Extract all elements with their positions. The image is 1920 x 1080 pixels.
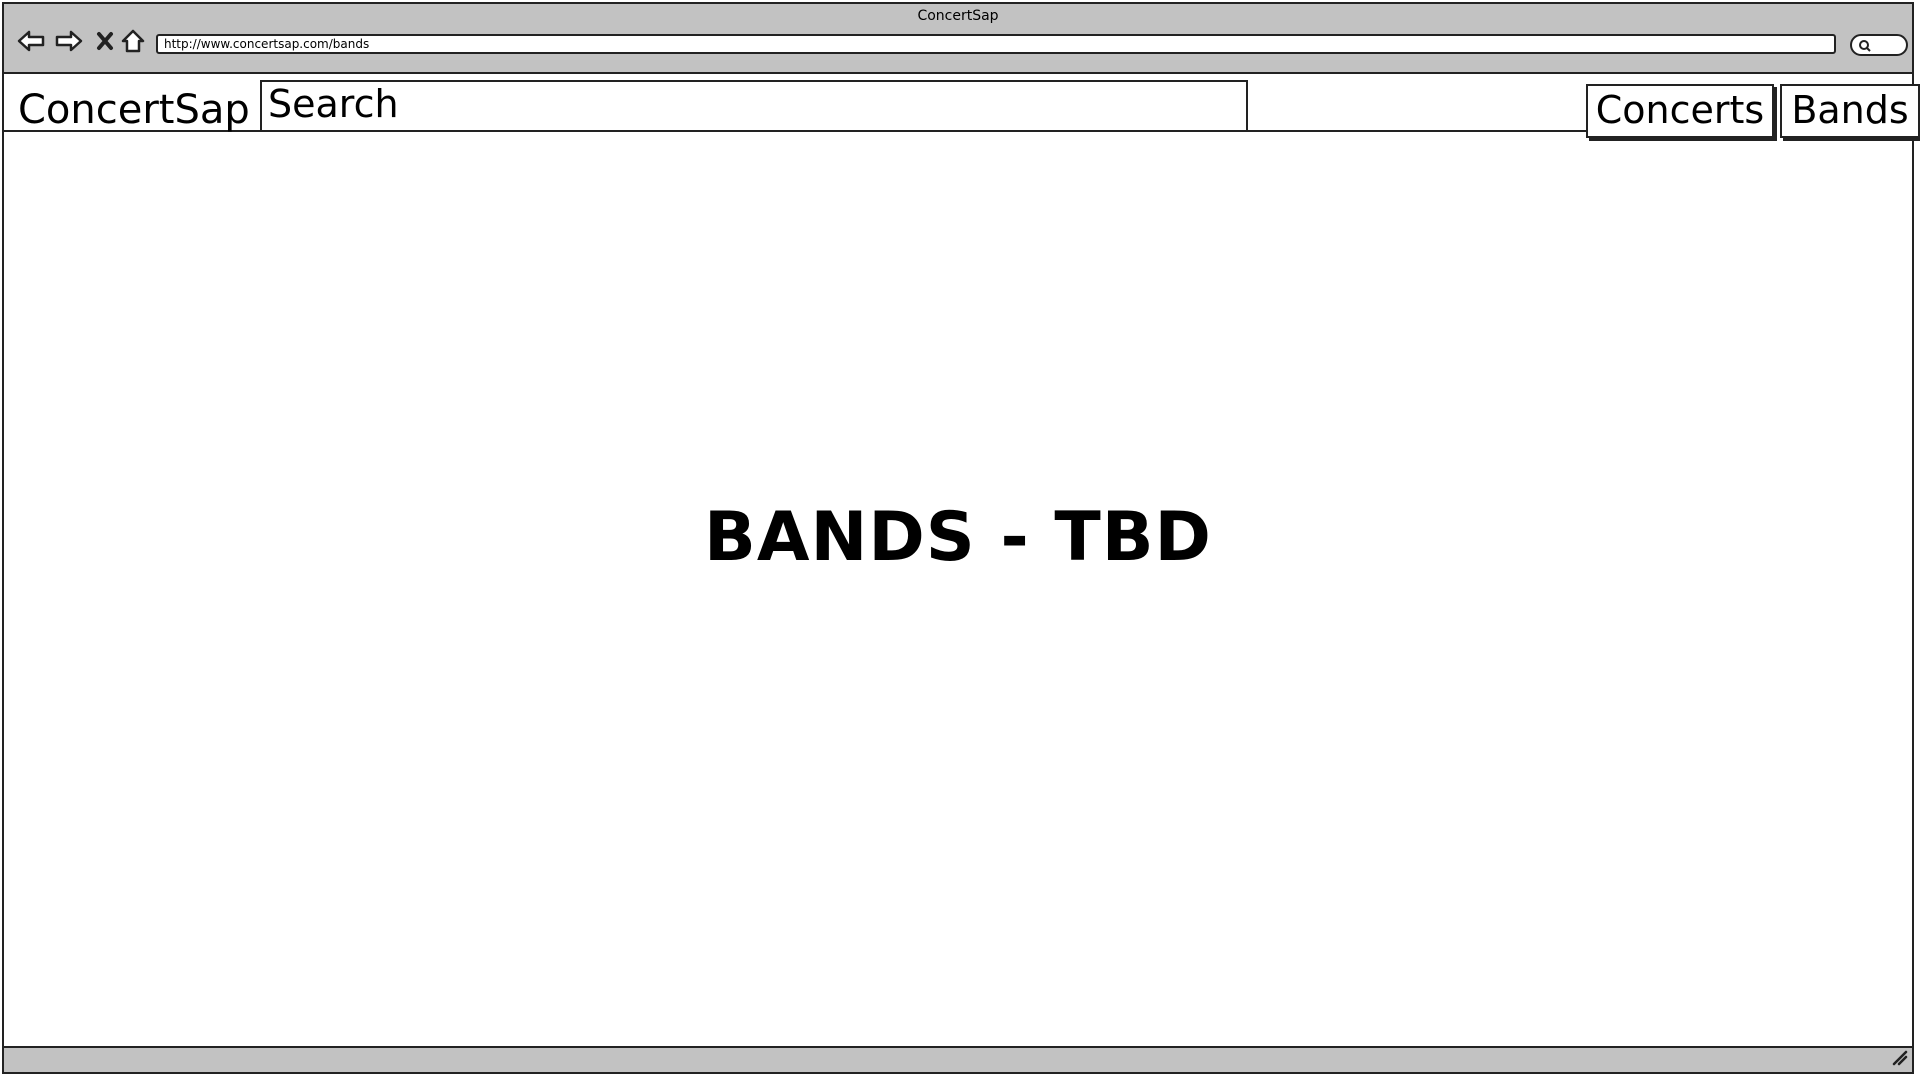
app-header: ConcertSap Search Concerts Bands (4, 74, 1920, 138)
close-icon[interactable] (90, 26, 120, 56)
status-bar (4, 1046, 1912, 1072)
forward-arrow-icon[interactable] (54, 26, 84, 56)
home-icon[interactable] (118, 26, 148, 56)
url-bar[interactable]: http://www.concertsap.com/bands (156, 34, 1836, 54)
browser-window: ConcertSap http://www.concertsap.com/ban… (2, 2, 1920, 1074)
resize-grip-icon[interactable] (1890, 1048, 1908, 1070)
page-heading: BANDS - TBD (703, 498, 1213, 577)
browser-chrome: ConcertSap http://www.concertsap.com/ban… (4, 4, 1912, 74)
back-arrow-icon[interactable] (16, 26, 46, 56)
search-input[interactable]: Search (260, 80, 1248, 132)
nav-bands-button[interactable]: Bands (1780, 84, 1920, 138)
nav-concerts-button[interactable]: Concerts (1586, 84, 1774, 138)
window-title: ConcertSap (917, 8, 999, 24)
search-icon (1859, 40, 1871, 52)
browser-search-field[interactable] (1850, 34, 1908, 56)
site-logo[interactable]: ConcertSap (18, 86, 250, 134)
